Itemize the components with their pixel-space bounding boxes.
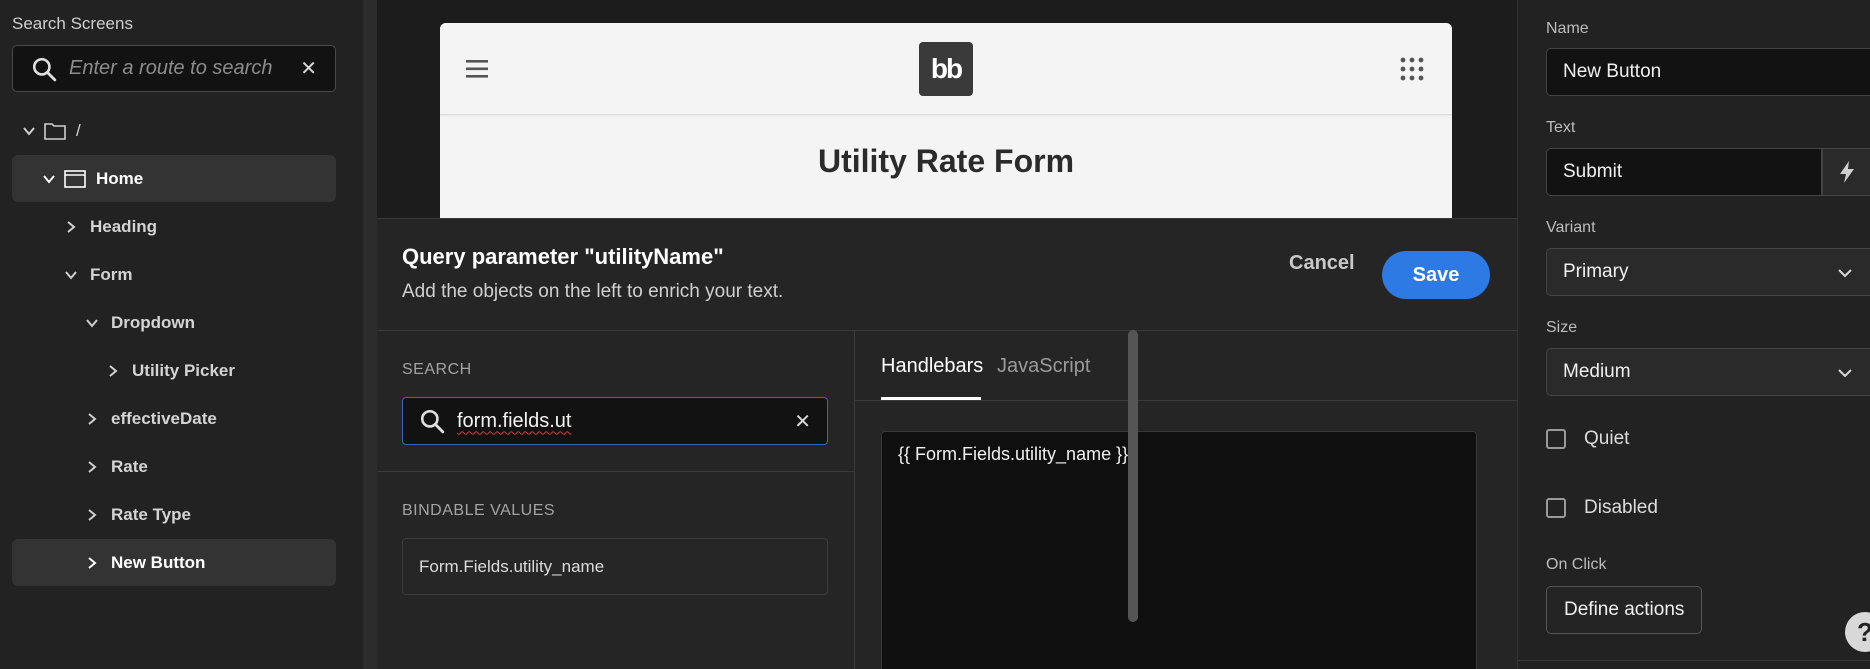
tree-item-label: Dropdown <box>111 312 196 332</box>
define-actions-button[interactable]: Define actions <box>1546 586 1703 634</box>
chevron-down-icon <box>1838 269 1852 278</box>
name-label: Name <box>1546 20 1589 37</box>
size-select[interactable]: Medium <box>1546 348 1870 396</box>
chevron-down-icon <box>23 126 35 136</box>
tree-item-effective-date[interactable]: effectiveDate <box>12 395 336 442</box>
disabled-checkbox[interactable]: Disabled <box>1546 497 1658 519</box>
search-icon <box>420 409 445 434</box>
hamburger-icon[interactable] <box>466 59 488 79</box>
disabled-label: Disabled <box>1584 497 1658 518</box>
name-input[interactable]: New Button <box>1546 48 1870 96</box>
tree-item-label: effectiveDate <box>111 408 217 428</box>
modal-header: Query parameter "utilityName" Add the ob… <box>377 219 1517 331</box>
tree-item-home[interactable]: Home <box>12 155 336 202</box>
screen-icon <box>64 169 86 188</box>
variant-label: Variant <box>1546 219 1596 236</box>
variant-select[interactable]: Primary <box>1546 248 1870 296</box>
settings-panel: Name New Button Text Submit Variant Prim… <box>1517 0 1870 669</box>
tree-item-label: Rate Type <box>111 504 191 524</box>
preview-navbar: bb <box>440 23 1452 115</box>
chevron-right-icon <box>88 508 97 521</box>
tree-item-heading[interactable]: Heading <box>12 203 336 250</box>
chevron-down-icon <box>1838 369 1852 378</box>
scrollbar[interactable] <box>1128 330 1138 622</box>
preview-heading: Utility Rate Form <box>817 143 1075 179</box>
checkbox-box[interactable] <box>1546 498 1566 518</box>
app-preview: bb Utility Rate Form <box>440 23 1452 223</box>
app-grid-icon[interactable] <box>1400 57 1424 81</box>
variant-value: Primary <box>1563 261 1629 282</box>
binding-button[interactable] <box>1822 148 1870 196</box>
screens-panel: Search Screens Enter a route to search ✕… <box>0 0 363 669</box>
route-search-input[interactable]: Enter a route to search ✕ <box>12 45 336 92</box>
divider <box>377 471 855 472</box>
chevron-right-icon <box>88 556 97 569</box>
clear-icon[interactable]: ✕ <box>794 409 811 434</box>
checkbox-box[interactable] <box>1546 429 1566 449</box>
size-label: Size <box>1546 319 1578 336</box>
binding-modal: Query parameter "utilityName" Add the ob… <box>377 218 1517 669</box>
modal-title: Query parameter "utilityName" <box>402 244 724 269</box>
chevron-down-icon <box>65 270 77 280</box>
chevron-down-icon <box>43 174 55 184</box>
search-value: form.fields.ut <box>457 409 572 432</box>
tree-item-dropdown[interactable]: Dropdown <box>12 299 336 346</box>
app-logo: bb <box>919 42 973 96</box>
folder-icon <box>44 122 66 140</box>
clear-icon[interactable]: ✕ <box>300 56 317 81</box>
chevron-right-icon <box>109 364 118 377</box>
chevron-right-icon <box>88 460 97 473</box>
panel-resize-handle[interactable] <box>363 0 377 669</box>
onclick-label: On Click <box>1546 556 1607 573</box>
panel-title: Search Screens <box>12 14 133 33</box>
binding-search-input[interactable]: form.fields.ut ✕ <box>402 397 828 445</box>
binding-editor-panel: Handlebars JavaScript {{ Form.Fields.uti… <box>855 331 1517 669</box>
tree-item-utility-picker[interactable]: Utility Picker <box>12 347 336 394</box>
tree-item-label: / <box>76 120 81 140</box>
text-input[interactable]: Submit <box>1546 148 1822 196</box>
tree-item-label: Home <box>96 168 144 188</box>
bindable-value-item[interactable]: Form.Fields.utility_name <box>402 538 828 595</box>
lightning-icon <box>1839 161 1854 183</box>
quiet-label: Quiet <box>1584 428 1630 449</box>
editor-tabs: Handlebars JavaScript <box>855 331 1517 401</box>
active-tab-indicator <box>881 397 981 400</box>
search-section-label: SEARCH <box>402 361 472 378</box>
tab-javascript[interactable]: JavaScript <box>997 355 1090 378</box>
quiet-checkbox[interactable]: Quiet <box>1546 428 1629 450</box>
bindings-sidebar: SEARCH form.fields.ut ✕ BINDABLE VALUES … <box>377 331 855 669</box>
bindable-values-label: BINDABLE VALUES <box>402 502 556 519</box>
tree-item-rate[interactable]: Rate <box>12 443 336 490</box>
size-value: Medium <box>1563 361 1631 382</box>
tree-item-rate-type[interactable]: Rate Type <box>12 491 336 538</box>
chevron-right-icon <box>88 412 97 425</box>
text-label: Text <box>1546 119 1576 136</box>
binding-editor[interactable]: {{ Form.Fields.utility_name }} <box>881 431 1477 669</box>
tree-item-label: New Button <box>111 552 206 572</box>
save-button[interactable]: Save <box>1382 251 1490 299</box>
search-placeholder: Enter a route to search <box>69 57 273 79</box>
chevron-right-icon <box>67 220 76 233</box>
chevron-down-icon <box>86 318 98 328</box>
divider <box>1518 660 1870 661</box>
tree-item-label: Form <box>90 264 133 284</box>
tree-item-root[interactable]: / <box>12 107 336 154</box>
modal-subtitle: Add the objects on the left to enrich yo… <box>402 281 784 302</box>
tab-handlebars[interactable]: Handlebars <box>881 355 983 378</box>
tree-item-label: Utility Picker <box>132 360 235 380</box>
tree-item-form[interactable]: Form <box>12 251 336 298</box>
tree-item-label: Heading <box>90 216 158 236</box>
search-icon <box>32 57 57 81</box>
tree-item-new-button[interactable]: New Button <box>12 539 336 586</box>
tree-item-label: Rate <box>111 456 148 476</box>
cancel-button[interactable]: Cancel <box>1289 252 1355 275</box>
